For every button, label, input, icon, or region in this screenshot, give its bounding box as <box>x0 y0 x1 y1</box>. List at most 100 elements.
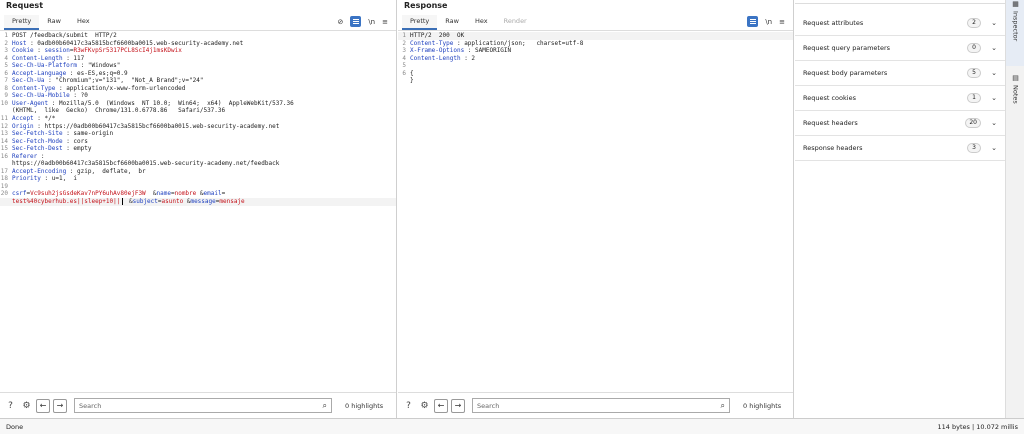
line-number: 3 <box>4 47 8 55</box>
line-number: 15 <box>0 145 8 153</box>
menu-icon[interactable]: ≡ <box>382 18 388 26</box>
code-line: 7 Sec-Ch-Ua : "Chromium";v="131", "Not_A … <box>0 77 396 85</box>
chevron-down-icon[interactable]: ⌄ <box>991 69 997 77</box>
tab-pretty[interactable]: Pretty <box>402 15 438 30</box>
forward-button[interactable]: → <box>53 398 67 413</box>
line-number <box>398 77 410 85</box>
newline-icon[interactable]: \n <box>765 18 772 26</box>
back-button[interactable]: ← <box>434 398 448 413</box>
response-title: Response <box>404 1 448 10</box>
code-token: : same-origin <box>62 130 114 138</box>
burp-repeater: Request Pretty Raw Hex ⊘ \n ≡ 1 POST /fee… <box>0 0 1024 434</box>
response-panel: Response Pretty Raw Hex Render \n ≡ 1 HTT… <box>398 0 794 418</box>
highlights-count: 0 highlights <box>345 401 384 410</box>
row-label: Request body parameters <box>803 69 888 77</box>
code-line: 4 Content-Length : 2 <box>398 55 793 63</box>
chevron-down-icon[interactable]: ⌄ <box>991 144 997 152</box>
inspector-row-response-headers[interactable]: Response headers 3 ⌄ <box>795 136 1005 161</box>
code-token: & <box>125 198 133 206</box>
line-number: 6 <box>4 69 8 77</box>
help-icon[interactable]: ? <box>402 399 415 412</box>
row-label: Response headers <box>803 144 863 152</box>
menu-icon[interactable]: ≡ <box>779 18 785 26</box>
tab-hex[interactable]: Hex <box>467 15 496 30</box>
chevron-down-icon[interactable]: ⌄ <box>991 94 997 102</box>
count-badge: 5 <box>967 68 981 78</box>
side-tab-label: Inspector <box>1011 11 1020 42</box>
tab-pretty[interactable]: Pretty <box>4 15 40 30</box>
code-token: Sec-Fetch-Dest <box>12 145 63 153</box>
count-badge: 3 <box>967 143 981 153</box>
line-number: 1 <box>402 32 406 39</box>
search-input[interactable]: Search ⌕ <box>472 398 730 413</box>
response-editor[interactable]: 1 HTTP/2 200 OK 2 Content-Type : applicatio… <box>398 30 793 392</box>
request-panel: Request Pretty Raw Hex ⊘ \n ≡ 1 POST /fee… <box>0 0 397 418</box>
side-tab-inspector[interactable]: ▦ Inspector <box>1006 0 1024 66</box>
inspector-row-cookies[interactable]: Request cookies 1 ⌄ <box>795 86 1005 111</box>
code-text: Priority : u=1, i <box>12 175 77 183</box>
format-icon[interactable] <box>350 16 362 27</box>
request-editor[interactable]: 1 POST /feedback/submit HTTP/2 2 Host : 0ad… <box>0 30 396 392</box>
response-search-bar: ? ⚙ ← → Search ⌕ 0 highlights <box>398 392 793 418</box>
line-number: 12 <box>0 122 8 130</box>
back-button[interactable]: ← <box>36 398 50 413</box>
inspector-panel: Request attributes 2 ⌄ Request query par… <box>795 0 1005 418</box>
inspector-row-body-parameters[interactable]: Request body parameters 5 ⌄ <box>795 61 1005 86</box>
line-number: 2 <box>402 39 406 47</box>
line-number: 8 <box>4 84 8 92</box>
highlights-count: 0 highlights <box>743 401 782 410</box>
response-stats: 114 bytes | 10.072 millis <box>937 422 1018 431</box>
hide-icon[interactable]: ⊘ <box>337 18 343 26</box>
code-line: 10 User-Agent : Mozilla/5.0 (Windows NT 1… <box>0 100 396 108</box>
help-icon[interactable]: ? <box>4 399 17 412</box>
count-badge: 20 <box>965 118 981 128</box>
code-token: message <box>190 198 216 206</box>
search-input[interactable]: Search ⌕ <box>74 398 332 413</box>
inspector-row-query-parameters[interactable]: Request query parameters 0 ⌄ <box>795 36 1005 61</box>
format-icon[interactable] <box>747 16 759 27</box>
notes-icon: ▤ <box>1012 74 1019 82</box>
side-tab-notes[interactable]: ▤ Notes <box>1006 74 1024 124</box>
code-text: X-Frame-Options : SAMEORIGIN <box>410 47 511 55</box>
line-number: 11 <box>0 115 8 123</box>
line-number: 16 <box>0 152 8 160</box>
tab-raw[interactable]: Raw <box>437 15 467 30</box>
tab-hex[interactable]: Hex <box>69 15 98 30</box>
search-placeholder: Search <box>79 402 102 410</box>
code-token: Referer <box>12 152 38 160</box>
status-bar: Done 114 bytes | 10.072 millis <box>0 418 1024 434</box>
code-text: HTTP/2 200 OK <box>410 32 464 40</box>
inspector-row-request-attributes[interactable]: Request attributes 2 ⌄ <box>795 11 1005 36</box>
chevron-down-icon[interactable]: ⌄ <box>991 119 997 127</box>
chevron-down-icon[interactable]: ⌄ <box>991 44 997 52</box>
newline-icon[interactable]: \n <box>368 18 375 26</box>
code-text: Accept-Language : es-ES,es;q=0.9 <box>12 70 128 78</box>
code-token: & <box>196 190 204 198</box>
code-line: 6{ <box>398 70 793 78</box>
chevron-down-icon[interactable]: ⌄ <box>991 19 997 27</box>
code-text: Sec-Ch-Ua-Mobile : ?0 <box>12 92 88 100</box>
tab-render[interactable]: Render <box>496 15 535 30</box>
code-token: Cookie <box>12 47 34 55</box>
settings-icon[interactable]: ⚙ <box>418 399 431 412</box>
tab-raw[interactable]: Raw <box>39 15 69 30</box>
code-text: { <box>410 70 414 78</box>
code-text: POST /feedback/submit HTTP/2 <box>12 32 117 40</box>
code-token: : 117 <box>62 54 85 62</box>
inspector-header <box>795 0 1005 4</box>
line-number: 17 <box>0 167 8 175</box>
code-text: Origin : https://0adb00b60417c3a5815bcf6… <box>12 123 279 131</box>
settings-icon[interactable]: ⚙ <box>20 399 33 412</box>
code-line: 18 Priority : u=1, i <box>0 175 396 183</box>
code-text: Referer : <box>12 153 45 161</box>
line-number <box>0 160 12 168</box>
code-text: Sec-Fetch-Dest : empty <box>12 145 91 153</box>
code-token: Accept-Language <box>12 69 67 77</box>
code-token: : u=1, i <box>40 175 78 183</box>
code-token: subject <box>132 198 158 206</box>
code-token: Sec-Ch-Ua <box>12 77 45 85</box>
forward-button[interactable]: → <box>451 398 465 413</box>
inspector-row-request-headers[interactable]: Request headers 20 ⌄ <box>795 111 1005 136</box>
search-icon: ⌕ <box>322 401 327 410</box>
code-token: : application/x-www-form-urlencoded <box>55 84 186 92</box>
